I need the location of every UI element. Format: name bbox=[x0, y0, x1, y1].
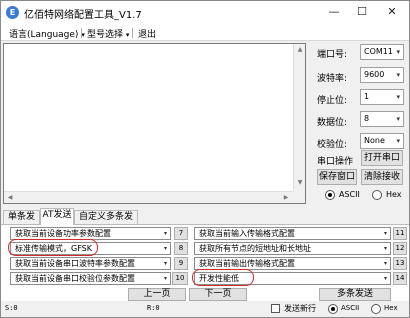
app-window: E 亿佰特网络配置工具_V1.7 — ☐ ✕ 语言(Language) ▾ 型号… bbox=[0, 0, 410, 318]
tab-at-send[interactable]: AT发送 bbox=[40, 208, 74, 225]
send-command-button-11[interactable]: 11 bbox=[393, 227, 407, 240]
open-port-button[interactable]: 打开串口 bbox=[361, 150, 403, 166]
status-bar: S:0 R:0 发送新行 ASCII Hex bbox=[1, 301, 409, 317]
send-command-button-7[interactable]: 7 bbox=[174, 227, 188, 240]
receive-hex-radio[interactable] bbox=[372, 190, 382, 200]
data-bits-value: 8 bbox=[364, 114, 370, 123]
at-command-text: 获取当前输入传输格式配置 bbox=[199, 229, 295, 238]
send-command-button-14[interactable]: 14 bbox=[393, 272, 407, 285]
send-ascii-radio[interactable] bbox=[328, 304, 338, 314]
save-window-button[interactable]: 保存窗口 bbox=[317, 169, 357, 185]
scroll-left-icon[interactable]: ◀ bbox=[4, 192, 16, 204]
window-title: 亿佰特网络配置工具_V1.7 bbox=[24, 10, 142, 21]
multi-send-button[interactable]: 多条发送 bbox=[319, 288, 391, 301]
parity-select[interactable]: None ▾ bbox=[360, 133, 404, 149]
app-logo-icon: E bbox=[6, 6, 19, 19]
data-bits-select[interactable]: 8 ▾ bbox=[360, 111, 404, 127]
maximize-button[interactable]: ☐ bbox=[351, 3, 373, 21]
send-hex-radio[interactable] bbox=[371, 304, 381, 314]
send-command-button-9[interactable]: 9 bbox=[174, 257, 188, 270]
tab-custom-multi-send[interactable]: 自定义多条发送 bbox=[74, 210, 138, 235]
send-newline-label: 发送新行 bbox=[284, 304, 316, 313]
stop-bits-value: 1 bbox=[364, 92, 370, 101]
clear-receive-button[interactable]: 清除接收 bbox=[361, 169, 403, 185]
send-newline-checkbox[interactable] bbox=[271, 304, 280, 313]
title-bar: E 亿佰特网络配置工具_V1.7 — ☐ ✕ bbox=[1, 1, 409, 25]
send-hex-label: Hex bbox=[384, 304, 398, 312]
horizontal-scrollbar[interactable]: ◀ ▶ bbox=[4, 191, 293, 203]
received-count: R:0 bbox=[147, 304, 160, 312]
at-command-text: 获取当前输出传输格式配置 bbox=[199, 259, 295, 268]
parity-label: 校验位: bbox=[317, 140, 348, 150]
chevron-down-icon: ▾ bbox=[396, 93, 400, 101]
prev-page-button[interactable]: 上一页 bbox=[128, 288, 186, 301]
menu-bar: 语言(Language) ▾ 型号选择 ▾ 退出 bbox=[1, 25, 409, 41]
tab-single-send[interactable]: 单条发送 bbox=[3, 210, 40, 235]
at-send-panel: 获取当前设备功率参数配置 ▾ 7 标准传输模式，GFSK ▾ 8 获取当前设备串… bbox=[1, 224, 409, 301]
parity-value: None bbox=[364, 136, 385, 145]
at-command-select-9[interactable]: 获取当前设备串口波特率参数配置 ▾ bbox=[10, 257, 171, 270]
chevron-down-icon: ▾ bbox=[396, 48, 400, 56]
send-command-button-12[interactable]: 12 bbox=[393, 242, 407, 255]
at-command-text: 获取当前设备串口波特率参数配置 bbox=[15, 259, 135, 268]
chevron-down-icon: ▾ bbox=[396, 115, 400, 123]
data-bits-label: 数据位: bbox=[317, 118, 348, 128]
at-command-select-11[interactable]: 获取当前输入传输格式配置 ▾ bbox=[194, 227, 391, 240]
chevron-down-icon: ▾ bbox=[163, 260, 167, 267]
scrollbar-corner bbox=[293, 191, 305, 203]
menu-exit[interactable]: 退出 bbox=[138, 27, 156, 40]
sent-count: S:0 bbox=[5, 304, 18, 312]
chevron-down-icon: ▾ bbox=[383, 260, 387, 267]
menu-language-label: 语言(Language) bbox=[9, 30, 79, 40]
port-value: COM11 bbox=[364, 47, 393, 56]
baud-select[interactable]: 9600 ▾ bbox=[360, 67, 404, 83]
highlight-annotation bbox=[192, 269, 254, 286]
stop-bits-select[interactable]: 1 ▾ bbox=[360, 89, 404, 105]
at-command-select-12[interactable]: 获取所有节点的短地址和长地址 ▾ bbox=[194, 242, 391, 255]
send-command-button-13[interactable]: 13 bbox=[393, 257, 407, 270]
scroll-up-icon[interactable]: ▲ bbox=[294, 44, 306, 56]
chevron-down-icon: ▾ bbox=[125, 31, 130, 39]
send-command-button-8[interactable]: 8 bbox=[174, 242, 188, 255]
at-command-text: 获取当前设备串口校验位参数配置 bbox=[15, 274, 135, 283]
next-page-button[interactable]: 下一页 bbox=[189, 288, 247, 301]
send-ascii-label: ASCII bbox=[341, 304, 360, 312]
stop-bits-label: 停止位: bbox=[317, 96, 348, 106]
receive-ascii-label: ASCII bbox=[339, 190, 360, 199]
chevron-down-icon: ▾ bbox=[163, 230, 167, 237]
serial-op-label: 串口操作 bbox=[317, 157, 354, 167]
at-command-text: 获取当前设备功率参数配置 bbox=[15, 229, 111, 238]
chevron-down-icon: ▾ bbox=[163, 275, 167, 282]
menu-model-label: 型号选择 bbox=[87, 30, 124, 40]
highlight-annotation bbox=[8, 239, 98, 256]
chevron-down-icon: ▾ bbox=[383, 275, 387, 282]
receive-hex-label: Hex bbox=[386, 190, 402, 199]
minimize-button[interactable]: — bbox=[323, 3, 345, 21]
at-command-select-10[interactable]: 获取当前设备串口校验位参数配置 ▾ bbox=[10, 272, 171, 285]
menu-separator bbox=[132, 28, 133, 38]
vertical-scrollbar[interactable]: ▲ ▼ bbox=[293, 44, 305, 203]
close-button[interactable]: ✕ bbox=[381, 3, 403, 21]
port-label: 端口号: bbox=[317, 50, 348, 60]
send-command-button-10[interactable]: 10 bbox=[172, 272, 188, 285]
scroll-down-icon[interactable]: ▼ bbox=[294, 177, 306, 189]
chevron-down-icon: ▾ bbox=[396, 71, 400, 79]
chevron-down-icon: ▾ bbox=[163, 245, 167, 252]
menu-language[interactable]: 语言(Language) ▾ bbox=[9, 27, 85, 40]
receive-log[interactable]: ▲ ▼ ◀ ▶ bbox=[3, 43, 306, 204]
menu-separator bbox=[81, 28, 82, 38]
baud-label: 波特率: bbox=[317, 74, 348, 84]
chevron-down-icon: ▾ bbox=[396, 137, 400, 145]
port-select[interactable]: COM11 ▾ bbox=[360, 44, 404, 60]
receive-ascii-radio[interactable] bbox=[325, 190, 335, 200]
baud-value: 9600 bbox=[364, 70, 385, 79]
scroll-right-icon[interactable]: ▶ bbox=[280, 192, 292, 204]
chevron-down-icon: ▾ bbox=[383, 230, 387, 237]
chevron-down-icon: ▾ bbox=[383, 245, 387, 252]
menu-model-select[interactable]: 型号选择 ▾ bbox=[87, 27, 129, 40]
at-command-text: 获取所有节点的短地址和长地址 bbox=[199, 244, 311, 253]
